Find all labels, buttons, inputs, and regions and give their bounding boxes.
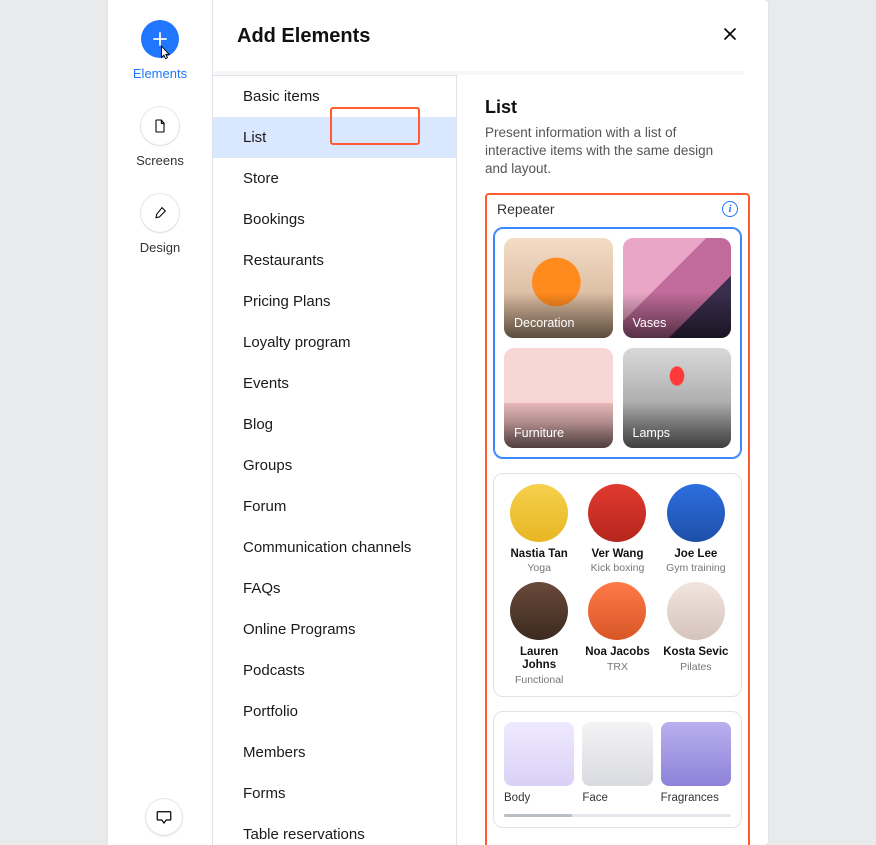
avatar: [667, 582, 725, 640]
person-item[interactable]: Joe LeeGym training: [661, 484, 731, 575]
person-activity: Functional: [504, 674, 574, 686]
category-item[interactable]: Podcasts: [213, 650, 456, 691]
product-item[interactable]: Face: [582, 722, 652, 804]
person-activity: Pilates: [661, 661, 731, 673]
person-name: Joe Lee: [661, 548, 731, 561]
product-thumb: [582, 722, 652, 786]
product-label: Body: [504, 792, 574, 804]
panel-title: Add Elements: [237, 25, 370, 48]
category-item[interactable]: Communication channels: [213, 527, 456, 568]
avatar: [588, 484, 646, 542]
product-thumb: [504, 722, 574, 786]
repeater-template-tiles[interactable]: Decoration Vases Furniture Lamps: [493, 227, 742, 459]
tile-item[interactable]: Furniture: [504, 348, 613, 448]
tile-label: Vases: [633, 316, 667, 330]
category-item[interactable]: Restaurants: [213, 240, 456, 281]
left-rail: Elements Screens Design: [108, 0, 212, 845]
person-name: Noa Jacobs: [582, 646, 652, 659]
repeater-label: Repeater: [497, 201, 555, 217]
person-name: Kosta Sevic: [661, 646, 731, 659]
chat-button[interactable]: [146, 799, 182, 835]
person-activity: Yoga: [504, 562, 574, 574]
category-list: Basic itemsListStoreBookingsRestaurantsP…: [213, 75, 457, 845]
person-item[interactable]: Lauren Johns Functional: [504, 582, 574, 685]
rail-item-elements[interactable]: Elements: [133, 20, 187, 81]
brush-icon: [141, 194, 179, 232]
category-item[interactable]: Forms: [213, 773, 456, 814]
person-item[interactable]: Ver WangKick boxing: [582, 484, 652, 575]
person-item[interactable]: Noa Jacobs TRX: [582, 582, 652, 685]
category-item[interactable]: Online Programs: [213, 609, 456, 650]
repeater-section-header: Repeater i: [493, 201, 742, 217]
category-item[interactable]: Table reservations: [213, 814, 456, 845]
chat-icon: [155, 808, 173, 826]
person-name: Nastia Tan: [504, 548, 574, 561]
product-thumb: [661, 722, 731, 786]
panel-body: Basic itemsListStoreBookingsRestaurantsP…: [213, 75, 768, 845]
tile-label: Decoration: [514, 316, 574, 330]
person-activity: Gym training: [661, 562, 731, 574]
avatar: [510, 484, 568, 542]
person-item[interactable]: Kosta Sevic Pilates: [661, 582, 731, 685]
preview-title: List: [485, 97, 750, 118]
person-activity: Kick boxing: [582, 562, 652, 574]
rail-item-screens[interactable]: Screens: [136, 107, 184, 168]
page-icon: [141, 107, 179, 145]
add-elements-panel: Elements Screens Design Add Elements: [108, 0, 768, 845]
category-item[interactable]: Portfolio: [213, 691, 456, 732]
tile-item[interactable]: Vases: [623, 238, 732, 338]
preview-description: Present information with a list of inter…: [485, 124, 735, 179]
mini-scrollbar: [504, 814, 731, 817]
category-item[interactable]: Bookings: [213, 199, 456, 240]
category-item[interactable]: Groups: [213, 445, 456, 486]
rail-label: Screens: [136, 153, 184, 168]
avatar: [588, 582, 646, 640]
avatar: [667, 484, 725, 542]
rail-label: Design: [140, 240, 180, 255]
category-item[interactable]: Pricing Plans: [213, 281, 456, 322]
info-icon[interactable]: i: [722, 201, 738, 217]
person-name: Ver Wang: [582, 548, 652, 561]
category-item[interactable]: Events: [213, 363, 456, 404]
close-button[interactable]: [716, 20, 744, 53]
person-item[interactable]: Nastia TanYoga: [504, 484, 574, 575]
category-item[interactable]: Members: [213, 732, 456, 773]
product-label: Fragrances: [661, 792, 731, 804]
category-item[interactable]: Loyalty program: [213, 322, 456, 363]
person-activity: TRX: [582, 661, 652, 673]
panel-header: Add Elements: [213, 0, 768, 71]
category-item[interactable]: List: [213, 117, 456, 158]
category-item[interactable]: Forum: [213, 486, 456, 527]
close-icon: [720, 24, 740, 44]
repeater-template-people[interactable]: Nastia TanYogaVer WangKick boxingJoe Lee…: [493, 473, 742, 697]
category-item[interactable]: Basic items: [213, 76, 456, 117]
product-item[interactable]: Body: [504, 722, 574, 804]
category-item[interactable]: FAQs: [213, 568, 456, 609]
product-item[interactable]: Fragrances: [661, 722, 731, 804]
tile-label: Lamps: [633, 426, 671, 440]
repeater-template-products[interactable]: Body Face Fragrances: [493, 711, 742, 828]
category-item[interactable]: Blog: [213, 404, 456, 445]
plus-icon: [141, 20, 179, 58]
product-label: Face: [582, 792, 652, 804]
repeater-highlight: Repeater i Decoration Vases Furniture Lamps…: [485, 193, 750, 845]
category-item[interactable]: Store: [213, 158, 456, 199]
tile-label: Furniture: [514, 426, 564, 440]
rail-label: Elements: [133, 66, 187, 81]
tile-item[interactable]: Lamps: [623, 348, 732, 448]
preview-pane: List Present information with a list of …: [457, 75, 768, 845]
person-name: Lauren Johns: [504, 646, 574, 671]
main-area: Add Elements Basic itemsListStoreBooking…: [212, 0, 768, 845]
rail-item-design[interactable]: Design: [140, 194, 180, 255]
tile-item[interactable]: Decoration: [504, 238, 613, 338]
avatar: [510, 582, 568, 640]
